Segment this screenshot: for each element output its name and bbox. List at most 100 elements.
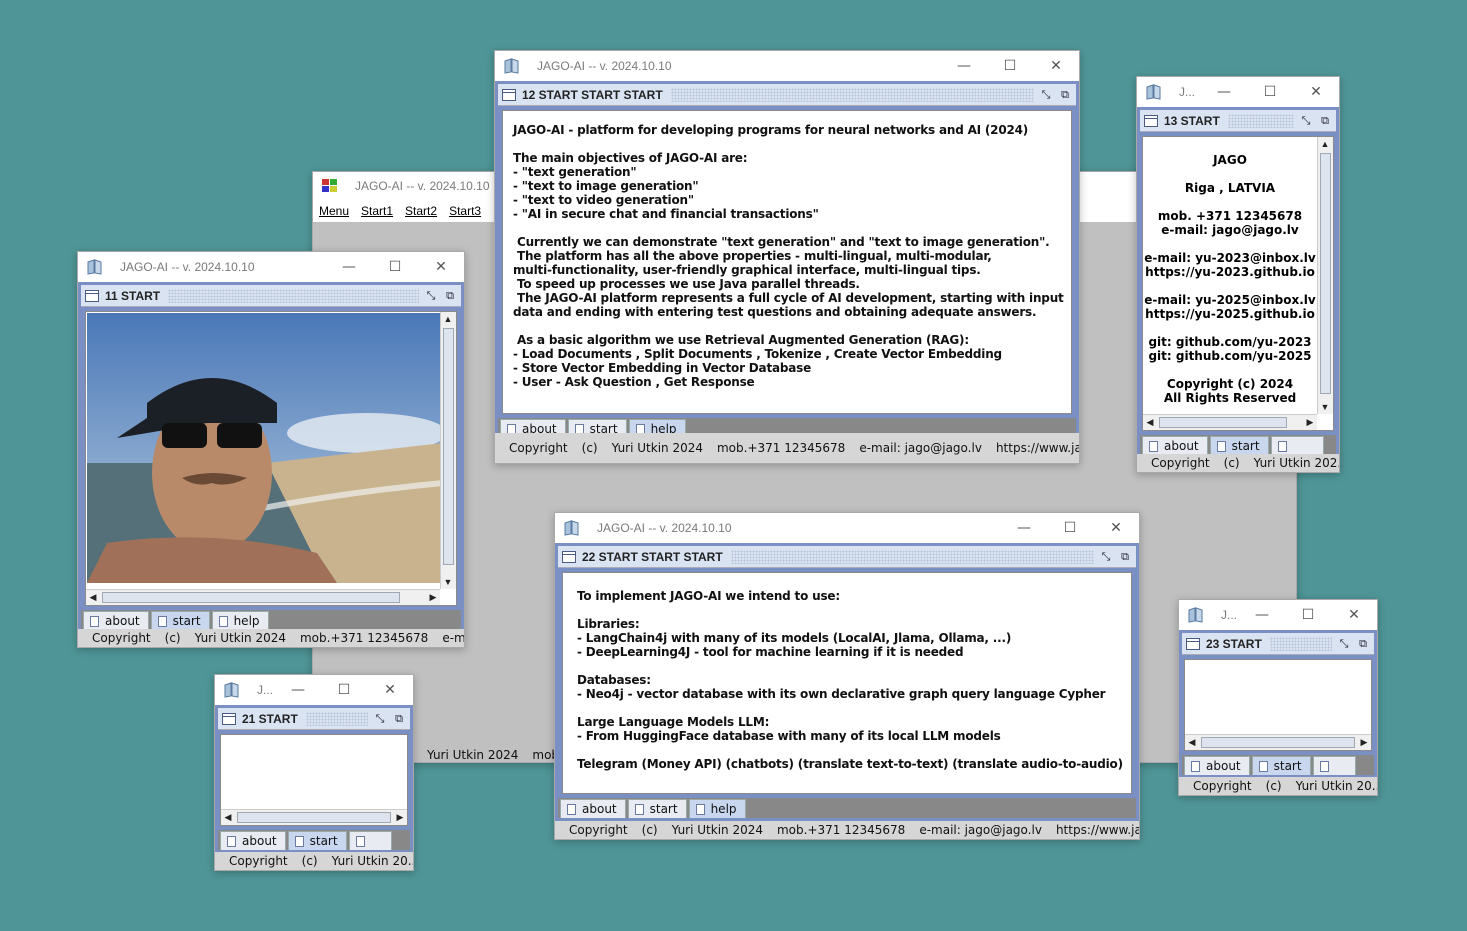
tab-about[interactable]: about [83, 611, 149, 630]
book-icon [224, 682, 239, 698]
window-titlebar[interactable]: J... — ☐ ✕ [1137, 77, 1339, 107]
window-titlebar[interactable]: JAGO-AI -- v. 2024.10.10 — ☐ ✕ [555, 513, 1139, 543]
maximize-frame-icon[interactable]: ⧉ [1118, 550, 1132, 564]
horizontal-scrollbar[interactable]: ◀ ▶ [86, 589, 440, 605]
close-icon[interactable]: ✕ [418, 252, 464, 282]
window-titlebar[interactable]: J... — ☐ ✕ [1179, 600, 1377, 630]
internal-frame: 12 START START START ⤡ ⧉ JAGO-AI - platf… [495, 81, 1079, 438]
maximize-frame-icon[interactable]: ⧉ [1058, 88, 1072, 102]
window-titlebar[interactable]: J... — ☐ ✕ [215, 675, 413, 705]
maximize-icon[interactable]: ☐ [372, 252, 418, 282]
horizontal-scrollbar[interactable]: ◀ ▶ [1143, 414, 1317, 430]
iconify-icon[interactable]: ⤡ [1039, 88, 1053, 102]
tab-bar: about start help [558, 798, 1136, 818]
scroll-up-icon: ▲ [1320, 139, 1330, 149]
menu-item-menu[interactable]: Menu [319, 204, 349, 218]
internal-frame-titlebar[interactable]: 23 START ⤡ ⧉ [1182, 633, 1374, 655]
internal-frame-titlebar[interactable]: 12 START START START ⤡ ⧉ [498, 84, 1076, 106]
internal-frame-title: 21 START [242, 711, 298, 726]
contact-line [1143, 279, 1317, 293]
window-21: J... — ☐ ✕ 21 START ⤡ ⧉ ◀ ▶ about start [214, 674, 414, 871]
internal-frame-titlebar[interactable]: 21 START ⤡ ⧉ [218, 708, 410, 730]
tab-about[interactable]: about [560, 799, 626, 818]
tab-start[interactable]: start [287, 831, 347, 850]
tab-bar: about start help [81, 610, 461, 630]
tab-help[interactable]: help [211, 611, 269, 630]
close-icon[interactable]: ✕ [1331, 600, 1377, 630]
iconify-icon[interactable]: ⤡ [1337, 637, 1351, 651]
frame-icon [85, 289, 99, 302]
close-icon[interactable]: ✕ [1293, 77, 1339, 107]
menu-item-start1[interactable]: Start1 [361, 204, 393, 218]
minimize-icon[interactable]: — [1201, 77, 1247, 107]
iconify-icon[interactable]: ⤡ [1099, 550, 1113, 564]
vertical-scrollbar[interactable]: ▲ ▼ [1317, 137, 1333, 414]
maximize-frame-icon[interactable]: ⧉ [1318, 114, 1332, 128]
menu-item-start3[interactable]: Start3 [449, 204, 481, 218]
contact-line: e-mail: yu-2025@inbox.lv [1144, 293, 1316, 307]
menu-item-start2[interactable]: Start2 [405, 204, 437, 218]
contact-line: Riga , LATVIA [1184, 181, 1276, 195]
minimize-icon[interactable]: — [1001, 513, 1047, 543]
scroll-left-icon: ◀ [89, 591, 97, 602]
minimize-icon[interactable]: — [941, 51, 987, 81]
vertical-scrollbar[interactable]: ▲ ▼ [440, 312, 456, 589]
status-bar: Copyright (c) Yuri Utkin 20... [1179, 777, 1377, 795]
tab-help[interactable] [1270, 436, 1324, 455]
contact-info: JAGO Riga , LATVIA mob. +371 12345678 e-m… [1143, 153, 1317, 405]
tab-start[interactable]: start [1251, 756, 1311, 775]
tab-about[interactable]: about [1142, 436, 1208, 455]
internal-frame: 22 START START START ⤡ ⧉ To implement JA… [555, 543, 1139, 821]
book-icon [504, 58, 519, 74]
internal-frame-titlebar[interactable]: 22 START START START ⤡ ⧉ [558, 546, 1136, 568]
tab-help[interactable] [348, 831, 392, 850]
close-icon[interactable]: ✕ [1093, 513, 1139, 543]
tab-start[interactable]: start [627, 799, 687, 818]
horizontal-scrollbar[interactable]: ◀ ▶ [221, 809, 407, 825]
internal-frame-titlebar[interactable]: 13 START ⤡ ⧉ [1140, 110, 1336, 132]
tab-about[interactable]: about [220, 831, 286, 850]
text-area[interactable]: ◀ ▶ [1184, 659, 1372, 751]
tab-help[interactable] [1312, 756, 1356, 775]
maximize-icon[interactable]: ☐ [1247, 77, 1293, 107]
iconify-icon[interactable]: ⤡ [1299, 114, 1313, 128]
contact-line [1143, 167, 1317, 181]
text-area[interactable]: JAGO-AI - platform for developing progra… [502, 110, 1072, 414]
maximize-icon[interactable]: ☐ [321, 675, 367, 705]
horizontal-scrollbar[interactable]: ◀ ▶ [1185, 734, 1371, 750]
iconify-icon[interactable]: ⤡ [373, 712, 387, 726]
scroll-right-icon: ▶ [1360, 736, 1368, 747]
close-icon[interactable]: ✕ [367, 675, 413, 705]
tab-start[interactable]: start [1209, 436, 1269, 455]
internal-frame-titlebar[interactable]: 11 START ⤡ ⧉ [81, 285, 461, 307]
status-bar: Copyright (c) Yuri Utkin 202... [1137, 454, 1339, 472]
image-panel: ▲ ▼ ◀ ▶ [85, 311, 457, 606]
tab-start[interactable]: start [150, 611, 210, 630]
contact-line: All Rights Reserved [1163, 391, 1297, 405]
window-titlebar[interactable]: JAGO-AI -- v. 2024.10.10 — ☐ ✕ [78, 252, 464, 282]
minimize-icon[interactable]: — [275, 675, 321, 705]
internal-frame-title: 13 START [1164, 113, 1220, 128]
minimize-icon[interactable]: — [326, 252, 372, 282]
text-area[interactable]: JAGO Riga , LATVIA mob. +371 12345678 e-m… [1142, 136, 1334, 431]
about-text: JAGO-AI - platform for developing progra… [513, 123, 1064, 389]
window-title: J... [257, 683, 274, 697]
maximize-frame-icon[interactable]: ⧉ [1356, 637, 1370, 651]
close-icon[interactable]: ✕ [1033, 51, 1079, 81]
text-area[interactable]: To implement JAGO-AI we intend to use: L… [562, 572, 1132, 794]
tab-bar: about start [218, 830, 410, 850]
book-icon [87, 259, 102, 275]
maximize-frame-icon[interactable]: ⧉ [392, 712, 406, 726]
text-area[interactable]: ◀ ▶ [220, 734, 408, 826]
frame-icon [562, 550, 576, 563]
maximize-icon[interactable]: ☐ [987, 51, 1033, 81]
iconify-icon[interactable]: ⤡ [424, 289, 438, 303]
maximize-frame-icon[interactable]: ⧉ [443, 289, 457, 303]
maximize-icon[interactable]: ☐ [1285, 600, 1331, 630]
tab-about[interactable]: about [1184, 756, 1250, 775]
window-titlebar[interactable]: JAGO-AI -- v. 2024.10.10 — ☐ ✕ [495, 51, 1079, 81]
minimize-icon[interactable]: — [1239, 600, 1285, 630]
tab-help[interactable]: help [688, 799, 746, 818]
contact-line: git: github.com/yu-2025 [1148, 349, 1312, 363]
maximize-icon[interactable]: ☐ [1047, 513, 1093, 543]
